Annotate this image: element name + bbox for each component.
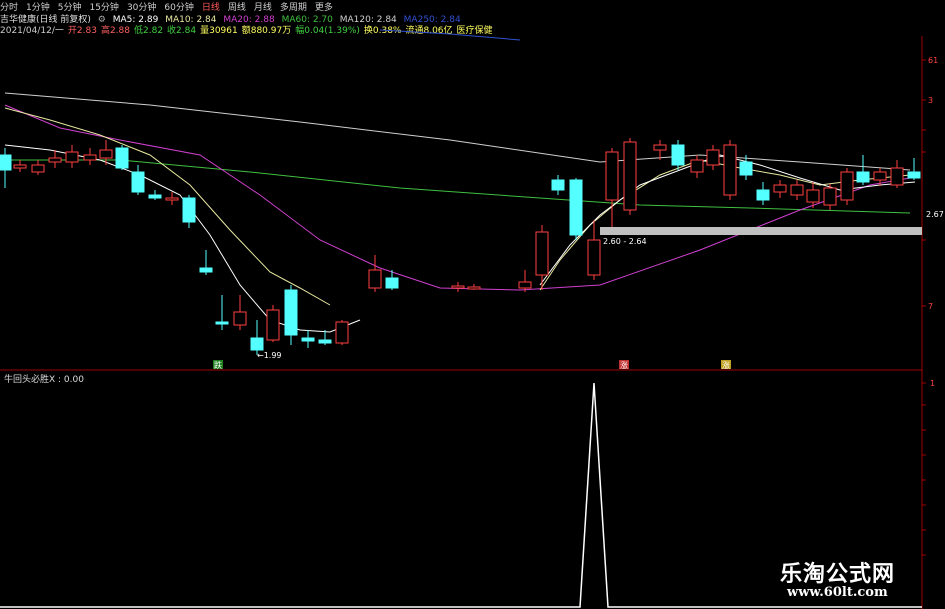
candle-body-4 (65, 151, 79, 163)
axis-tick-label: 1 (930, 379, 935, 388)
candle-body-26 (535, 231, 549, 276)
candle-body-28 (569, 179, 583, 236)
candle-body-45 (873, 171, 887, 181)
candle-body-32 (653, 144, 667, 151)
ma5-line (4, 144, 361, 333)
candle-body-14 (233, 311, 247, 326)
candle-body-19 (318, 339, 332, 344)
axis-tick-label-current: 2.67 (926, 210, 944, 219)
candle-body-31 (623, 141, 637, 211)
candle-body-42 (823, 187, 837, 206)
candle-body-29 (587, 239, 601, 276)
candle-body-21 (368, 269, 382, 289)
candle-body-39 (773, 184, 787, 193)
ma250-line (379, 29, 521, 41)
candle-body-46 (890, 167, 904, 186)
candle-body-36 (723, 144, 737, 196)
candle-body-44 (856, 171, 870, 183)
candle-body-35 (706, 149, 720, 166)
candle-body-1 (13, 164, 27, 169)
ma10-line (4, 107, 331, 306)
candle-body-20 (335, 321, 349, 344)
candle-body-22 (385, 277, 399, 289)
low-price-label: ←1.99 (257, 351, 282, 360)
candle-body-33 (671, 144, 685, 166)
candle-body-24 (467, 286, 481, 290)
candle-body-43 (840, 171, 854, 201)
kline-chart[interactable]: 61 3 7 2.67 1 2.60 - 2.64 ←1.99 跌 涨 涨 (0, 0, 945, 609)
candle-body-18 (301, 337, 315, 342)
candle-body-16 (266, 309, 280, 341)
axis-tick-label: 7 (928, 302, 933, 311)
signal-marker-2: 涨 (722, 360, 730, 370)
candle-body-0 (0, 154, 12, 171)
candle-body-11 (182, 197, 196, 223)
candle-body-40 (790, 184, 804, 196)
candle-body-15 (250, 337, 264, 351)
signal-marker-0: 跌 (214, 360, 222, 370)
candle-body-3 (48, 157, 62, 163)
candle-body-9 (148, 194, 162, 199)
support-band (600, 227, 922, 235)
candle-body-41 (806, 189, 820, 203)
candle-body-7 (115, 147, 129, 169)
watermark-url: www.60lt.com (787, 585, 888, 600)
candle-body-12 (199, 267, 213, 273)
candle-body-37 (739, 161, 753, 176)
candle-body-13 (215, 321, 229, 325)
candle-body-2 (31, 164, 45, 173)
ma20-line (4, 104, 911, 291)
axis-tick-label: 61 (928, 56, 938, 65)
candle-body-23 (451, 285, 465, 289)
candle-body-17 (284, 289, 298, 336)
candle-body-34 (690, 159, 704, 173)
candle-body-30 (605, 151, 619, 201)
candle-body-38 (756, 189, 770, 201)
indicator-label: 牛回头必胜X : 0.00 (4, 375, 84, 385)
watermark-title: 乐淘公式网 (780, 561, 896, 587)
ma120-line (4, 92, 911, 171)
signal-marker-1: 涨 (620, 360, 628, 370)
candle-body-25 (518, 281, 532, 289)
candle-body-8 (131, 171, 145, 193)
candle-body-27 (551, 179, 565, 191)
support-band-label: 2.60 - 2.64 (603, 237, 647, 246)
candle-body-5 (83, 154, 97, 161)
candle-body-6 (99, 149, 113, 159)
candle-body-47 (907, 171, 921, 179)
candle-body-10 (165, 197, 179, 201)
axis-tick-label: 3 (928, 96, 933, 105)
